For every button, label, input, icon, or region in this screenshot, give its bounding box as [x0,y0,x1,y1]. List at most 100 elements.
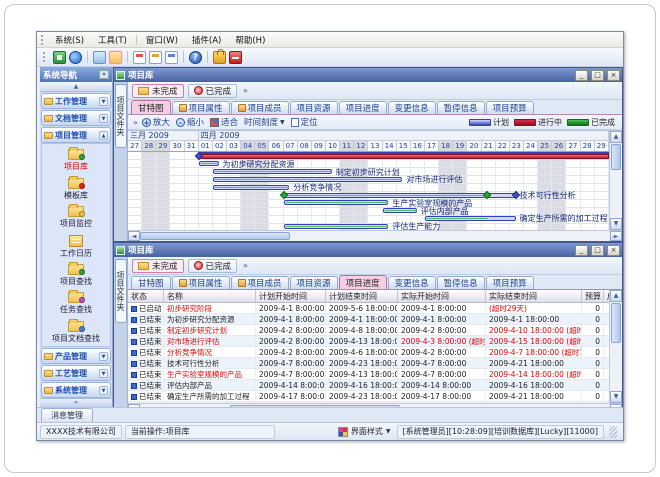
tool-缩小[interactable]: –缩小 [176,116,204,128]
table-window-tab-暂停信息[interactable]: 暂停信息 [437,276,485,289]
table-window-tab-甘特图[interactable]: 甘特图 [131,276,171,289]
tool-时间刻度[interactable]: 时间刻度▼ [244,116,285,128]
tool-放大[interactable]: +放大 [142,116,170,128]
collapse-icon[interactable]: ▲ [99,131,108,140]
table-row[interactable]: 已结束分析竞争情况2009-4-2 8:00:002009-4-6 18:00:… [128,347,609,358]
gantt-window-filter-未完成[interactable]: 未完成 [132,84,184,98]
column-header-实际开始时间[interactable]: 实际开始时间 [398,290,486,302]
scroll-right-arrow[interactable]: ► [610,404,622,407]
table-window-filter-未完成[interactable]: 未完成 [132,259,184,273]
sidebar-item-项目查找[interactable]: 项目查找 [42,261,110,289]
table-row[interactable]: 已结束确定生产所需的加工过程2009-4-17 8:00:002009-4-23… [128,391,609,402]
gantt-window-tab-暂停信息[interactable]: 暂停信息 [437,101,485,114]
dropdown-arrow-icon[interactable]: ▼ [386,428,391,435]
gantt-chart-area[interactable]: 为初步研究分配资源制定初步研究计划对市场进行评估分析竞争情况技术可行性分析生产实… [128,152,609,230]
sidebar-group-bottom-1[interactable]: 工艺管理▼ [41,365,111,381]
expand-icon[interactable]: ▼ [99,386,108,395]
pin-icon[interactable]: ▾ [99,70,109,79]
menu-item-4[interactable]: 插件(A) [185,33,228,47]
folder-closed-icon[interactable] [93,51,106,64]
message-management-tab[interactable]: 消息管理 [41,408,93,422]
table-row[interactable]: 已结束生产实验室规模的产品2009-4-7 8:00:002009-4-13 1… [128,369,609,380]
column-header-状态[interactable]: 状态 [128,290,164,302]
sidebar-item-项目库[interactable]: 项目库 [42,147,110,175]
task-bar[interactable] [284,224,389,229]
sidebar-group-bottom-0[interactable]: 产品管理▼ [41,348,111,364]
sidebar-item-任务查找[interactable]: 任务查找 [42,290,110,318]
task-bar-inprogress[interactable] [199,154,609,159]
menu-item-2[interactable]: 工具(T) [91,33,134,47]
sidebar-group-bottom-2[interactable]: 系统管理▼ [41,382,111,398]
task-bar[interactable] [213,177,403,182]
scroll-thumb[interactable] [140,232,290,240]
table-window-filter-已完成[interactable]: 已完成 [188,259,238,273]
scroll-down-arrow[interactable]: ▼ [610,391,622,403]
table-window-tab-项目预算[interactable]: 项目预算 [486,276,534,289]
expand-icon[interactable]: ▼ [99,369,108,378]
column-header-预算[interactable]: 预算 [582,290,604,302]
gantt-vertical-scrollbar[interactable]: ▲ ▼ [609,131,622,230]
task-bar[interactable] [383,208,417,213]
toolbar-overflow-chevron[interactable]: » [133,118,138,127]
table-window-tab-项目进度[interactable]: 项目进度 [339,275,387,289]
column-header-实际结束时间[interactable]: 实际结束时间 [486,290,582,302]
scroll-right-arrow[interactable]: ► [610,231,622,241]
report-blue-icon[interactable] [165,51,178,64]
report-red-icon[interactable] [133,51,146,64]
maximize-button[interactable]: □ [591,245,604,256]
column-header-计划开始时间[interactable]: 计划开始时间 [256,290,326,302]
filter-overflow-chevron[interactable]: » [243,86,248,95]
folder-open-active-icon[interactable] [109,51,122,64]
project-folder-tab[interactable]: 项目文件夹 [115,259,127,323]
task-bar[interactable] [284,193,516,198]
gantt-window-tab-项目预算[interactable]: 项目预算 [486,101,534,114]
table-row[interactable]: 已结束对市场进行评估2009-4-2 8:00:002009-4-13 18:0… [128,336,609,347]
sidebar-group-top-1[interactable]: 文档管理▼ [41,110,111,126]
column-header-名称[interactable]: 名称 [164,290,256,302]
scroll-thumb[interactable] [230,405,400,407]
table-row[interactable]: 已启动初步研究阶段2009-4-1 8:00:002009-5-6 18:00:… [128,303,609,314]
gantt-window-titlebar[interactable]: 项目库 _ □ × [114,68,622,82]
table-window-tab-项目资源[interactable]: 项目资源 [290,276,338,289]
scroll-up-arrow[interactable]: ▲ [610,131,622,143]
table-row[interactable]: 已结束为初步研究分配资源2009-4-1 8:00:002009-4-1 18:… [128,314,609,325]
tool-适合[interactable]: 适合 [210,116,238,128]
task-bar[interactable] [213,169,332,174]
menu-item-5[interactable]: 帮助(H) [228,33,272,47]
table-window-tab-项目成员[interactable]: 项目成员 [231,276,289,289]
gantt-window-tab-变更信息[interactable]: 变更信息 [388,101,436,114]
minimize-button[interactable]: _ [575,245,588,256]
table-row[interactable]: 已结束技术可行性分析2009-4-7 8:00:002009-4-23 18:0… [128,358,609,369]
expand-icon[interactable]: ▼ [99,97,108,106]
lock-icon[interactable] [213,51,226,64]
sidebar-group-top-0[interactable]: 工作管理▼ [41,93,111,109]
filter-overflow-chevron[interactable]: » [243,261,248,270]
table-window-titlebar[interactable]: 项目库 _ □ × [114,243,622,257]
close-button[interactable]: × [607,245,620,256]
scroll-left-arrow[interactable]: ◄ [128,404,140,407]
gantt-window-tab-项目进度[interactable]: 项目进度 [339,101,387,114]
close-button[interactable]: × [607,70,620,81]
globe-icon[interactable] [69,51,82,64]
table-window-tab-项目属性[interactable]: 项目属性 [172,276,230,289]
gantt-window-tab-项目属性[interactable]: 项目属性 [172,101,230,114]
table-row[interactable]: 已结束制定初步研究计划2009-4-2 8:00:002009-4-8 18:0… [128,325,609,336]
sidebar-item-模板库[interactable]: 模板库 [42,176,110,204]
scroll-down-arrow[interactable]: ▼ [610,218,622,230]
gantt-window-tab-甘特图[interactable]: 甘特图 [131,100,171,114]
sidebar-item-工作日历[interactable]: 工作日历 [42,233,110,261]
table-window-tab-变更信息[interactable]: 变更信息 [388,276,436,289]
resize-grip[interactable] [609,426,617,438]
ui-style-selector[interactable]: 界面样式 [351,426,383,437]
sidebar-item-项目监控[interactable]: 项目监控 [42,204,110,232]
stop-icon[interactable] [229,51,242,64]
task-bar[interactable] [284,200,389,205]
expand-icon[interactable]: ▼ [99,114,108,123]
expand-icon[interactable]: ▼ [99,352,108,361]
sidebar-collapse-strip[interactable]: ▲ [40,82,112,92]
table-horizontal-scrollbar[interactable]: ◄ ► [128,403,622,407]
menu-item-1[interactable]: 系统(S) [48,33,91,47]
app-grid-icon[interactable] [53,51,66,64]
help-icon[interactable]: ? [189,51,202,64]
maximize-button[interactable]: □ [591,70,604,81]
